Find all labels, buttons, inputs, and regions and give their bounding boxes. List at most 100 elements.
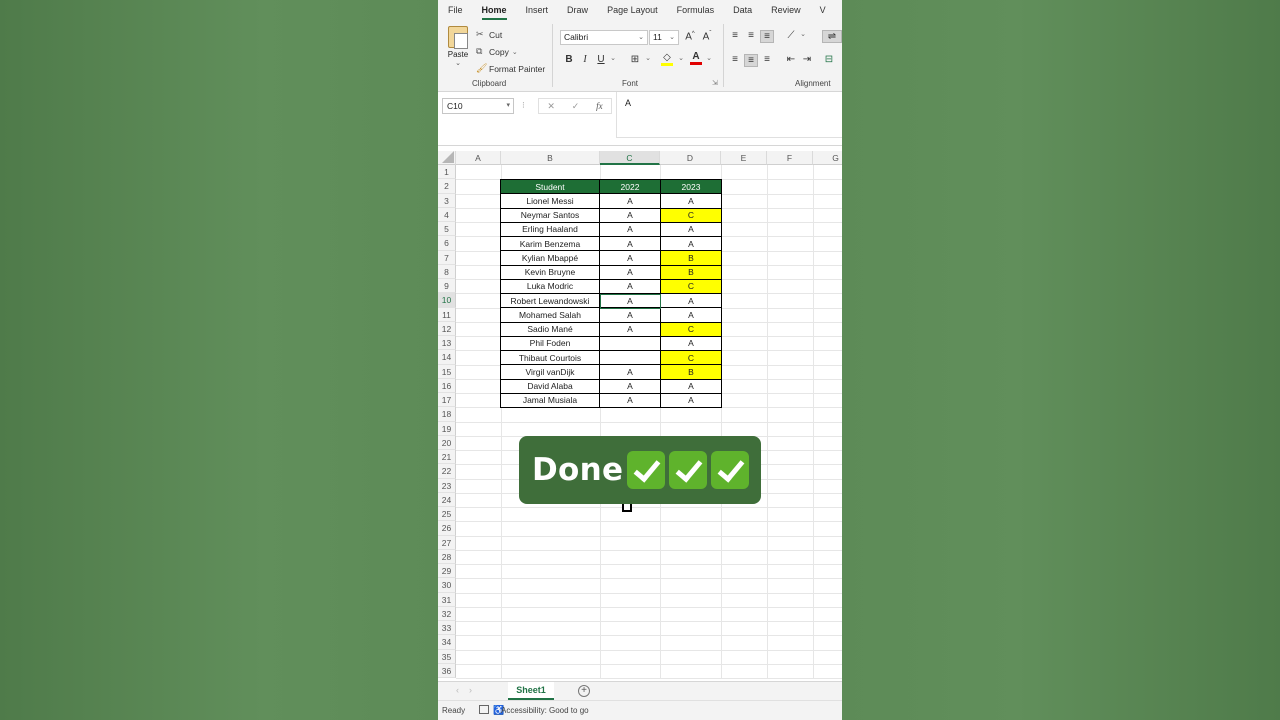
font-color-icon[interactable]: A [689,51,703,65]
sheet-nav-arrows[interactable]: ‹› [456,685,482,695]
tab-data[interactable]: Data [733,5,752,15]
student-cell[interactable]: Lionel Messi [500,193,600,209]
grade-2022-cell[interactable]: A [599,364,661,380]
font-size-select[interactable]: 11 ⌄ [649,30,679,45]
student-cell[interactable]: Luka Modric [500,278,600,295]
row-header[interactable]: 3 [438,193,456,208]
align-middle-icon[interactable]: ≡ [744,30,758,41]
row-header[interactable]: 16 [438,378,456,393]
row-header[interactable]: 19 [438,421,456,436]
grade-2023-cell[interactable]: A [660,235,722,252]
macro-recording-icon[interactable] [479,705,489,714]
grade-2022-cell[interactable]: A [599,264,661,280]
wrap-text-icon[interactable]: ⇌ [822,30,842,43]
row-header[interactable]: 7 [438,250,456,265]
grade-2022-cell[interactable]: A [599,235,661,252]
student-cell[interactable]: David Alaba [500,378,600,394]
bold-button[interactable]: B [562,54,576,65]
student-cell[interactable]: Jamal Musiala [500,392,600,409]
add-sheet-icon[interactable]: + [578,685,590,697]
italic-button[interactable]: I [578,54,592,65]
font-family-select[interactable]: Calibri ⌄ [560,30,648,45]
row-header[interactable]: 12 [438,321,456,336]
align-left-icon[interactable]: ≡ [728,54,742,65]
column-header-f[interactable]: F [767,151,813,165]
row-header[interactable]: 27 [438,535,456,550]
student-cell[interactable]: Karim Benzema [500,235,600,252]
grade-2023-cell[interactable]: A [660,193,722,209]
grade-2022-cell[interactable]: A [599,207,661,223]
tab-view[interactable]: V [820,5,826,15]
row-header[interactable]: 31 [438,592,456,607]
row-header[interactable]: 35 [438,649,456,664]
grade-2023-cell[interactable]: A [660,335,722,352]
merge-center-icon[interactable]: ⊟ [822,54,836,65]
student-cell[interactable]: Robert Lewandowski [500,292,600,309]
grade-2023-cell[interactable]: A [660,307,722,323]
row-header[interactable]: 21 [438,450,456,465]
accessibility-status[interactable]: Accessibility: Good to go [501,706,589,715]
row-header[interactable]: 20 [438,435,456,450]
student-cell[interactable]: Kevin Bruyne [500,264,600,280]
row-header[interactable]: 32 [438,606,456,621]
row-header[interactable]: 2 [438,179,456,194]
grade-2023-cell[interactable]: A [660,292,722,309]
align-top-icon[interactable]: ≡ [728,30,742,41]
row-header[interactable]: 18 [438,407,456,422]
student-cell[interactable]: Virgil vanDijk [500,364,600,380]
row-header[interactable]: 30 [438,578,456,593]
align-bottom-icon[interactable]: ≡ [760,30,774,43]
fill-color-icon[interactable]: ◇ [660,52,674,66]
grade-2022-cell[interactable]: A [599,321,661,337]
row-header[interactable]: 33 [438,621,456,636]
decrease-indent-icon[interactable]: ⇤ [784,54,798,65]
row-header[interactable]: 25 [438,507,456,522]
row-header[interactable]: 1 [438,165,456,180]
increase-font-size-icon[interactable]: A^ [683,31,697,42]
row-header[interactable]: 26 [438,521,456,536]
row-header[interactable]: 10 [438,293,456,308]
student-cell[interactable]: Erling Haaland [500,221,600,238]
select-all-corner[interactable] [438,151,456,165]
student-cell[interactable]: Kylian Mbappé [500,250,600,266]
column-header-a[interactable]: A [456,151,501,165]
column-header-c[interactable]: C [600,151,660,165]
grade-2023-cell[interactable]: C [660,349,722,366]
row-header[interactable]: 24 [438,492,456,507]
grade-2023-cell[interactable]: B [660,364,722,380]
header-2022[interactable]: 2022 [599,178,661,195]
grade-2022-cell[interactable]: A [599,193,661,209]
formula-input[interactable]: A [616,92,842,138]
paste-button[interactable]: Paste ⌄ [444,26,472,67]
grade-2022-cell[interactable]: A [599,250,661,266]
row-header[interactable]: 36 [438,663,456,678]
grade-2022-cell[interactable]: A [599,307,661,323]
grade-2022-cell[interactable]: A [599,378,661,394]
student-cell[interactable]: Thibaut Courtois [500,349,600,366]
row-header[interactable]: 5 [438,222,456,237]
grade-2023-cell[interactable]: C [660,278,722,295]
cut-button[interactable]: ✂ Cut [476,26,545,43]
grade-2022-cell[interactable]: A [599,278,661,295]
tab-file[interactable]: File [448,5,463,15]
row-header[interactable]: 8 [438,264,456,279]
tab-formulas[interactable]: Formulas [677,5,715,15]
chevron-down-icon[interactable]: ⌄ [674,54,688,62]
tab-draw[interactable]: Draw [567,5,588,15]
sheet-tab-sheet1[interactable]: Sheet1 [508,682,554,700]
tab-review[interactable]: Review [771,5,801,15]
enter-icon[interactable]: ✓ [572,101,580,112]
align-right-icon[interactable]: ≡ [760,54,774,65]
student-cell[interactable]: Sadio Mané [500,321,600,337]
tab-insert[interactable]: Insert [526,5,549,15]
decrease-font-size-icon[interactable]: Aˇ [700,31,714,42]
header-student[interactable]: Student [500,178,600,195]
row-header[interactable]: 4 [438,207,456,222]
insert-function-icon[interactable]: fx [596,101,603,111]
row-header[interactable]: 14 [438,350,456,365]
grade-2022-cell[interactable]: A [599,292,661,309]
chevron-down-icon[interactable]: ⌄ [606,54,620,62]
grade-2023-cell[interactable]: C [660,321,722,337]
column-header-g[interactable]: G [813,151,842,165]
row-header[interactable]: 6 [438,236,456,251]
